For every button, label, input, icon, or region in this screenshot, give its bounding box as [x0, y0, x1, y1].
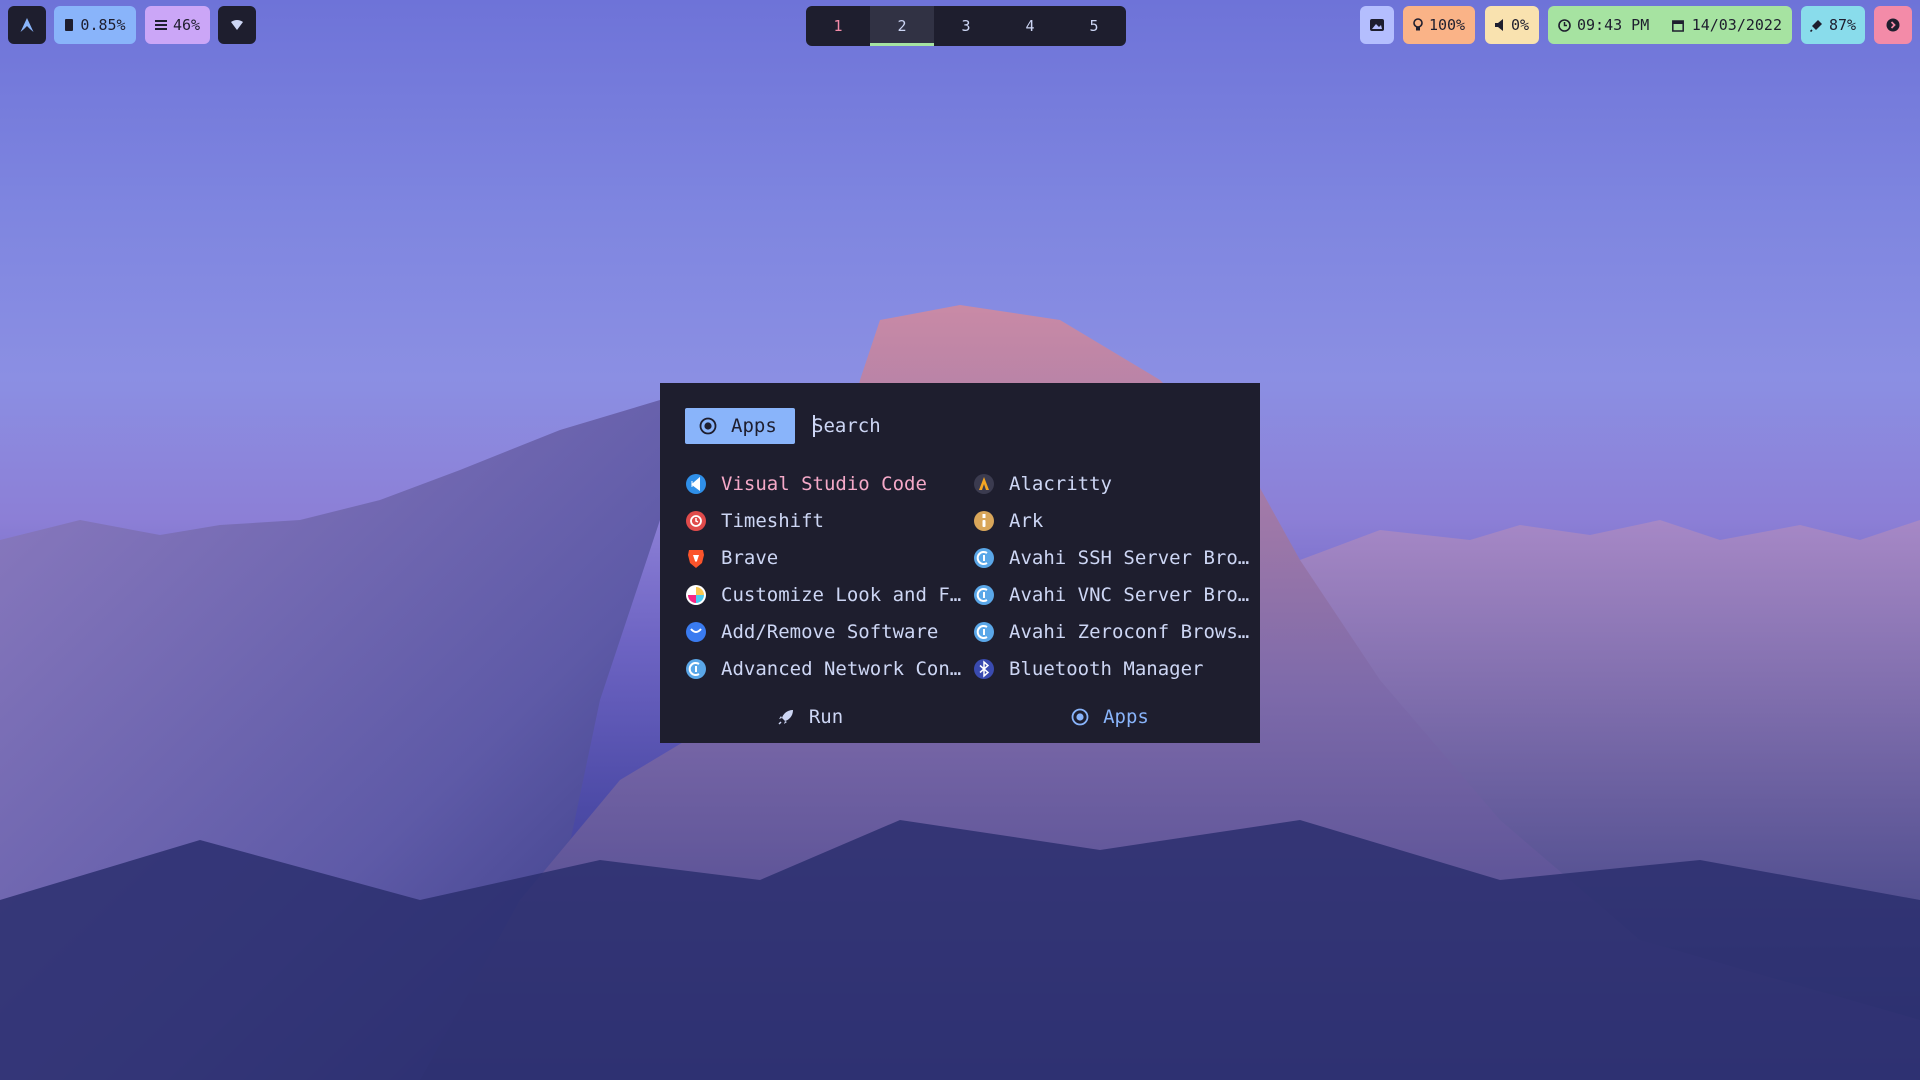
- clock-widget[interactable]: 09:43 PM 14/03/2022: [1548, 6, 1792, 44]
- workspace-2-button[interactable]: 2: [870, 6, 934, 46]
- cpu-usage-widget[interactable]: 0.85%: [54, 6, 136, 44]
- vscode-icon: [686, 473, 706, 494]
- workspace-4-button[interactable]: 4: [998, 6, 1062, 46]
- workspace-5-button[interactable]: 5: [1062, 6, 1126, 46]
- app-item-avahi-vnc-server-browser[interactable]: Avahi VNC Server Bro…: [973, 576, 1251, 613]
- app-launcher: Apps Visual Studio Code Timeshift Brave …: [660, 383, 1260, 743]
- app-item-label: Avahi SSH Server Bro…: [1009, 546, 1250, 569]
- launcher-logo-button[interactable]: [8, 6, 46, 44]
- battery-widget[interactable]: 87%: [1801, 6, 1865, 44]
- rocket-icon: [778, 710, 793, 725]
- app-item-bluetooth-manager[interactable]: Bluetooth Manager: [973, 650, 1251, 687]
- app-item-avahi-ssh-server-browser[interactable]: Avahi SSH Server Bro…: [973, 539, 1251, 576]
- customize-icon: [686, 584, 706, 605]
- cpu-usage-value: 0.85%: [80, 16, 126, 34]
- apps-icon: [1071, 708, 1089, 726]
- app-item-brave[interactable]: Brave: [685, 539, 963, 576]
- image-icon: [1370, 19, 1384, 31]
- app-item-label: Avahi VNC Server Bro…: [1009, 583, 1250, 606]
- mode-run-button[interactable]: Run: [660, 691, 960, 743]
- text-cursor: [813, 415, 815, 437]
- clock-icon: [1558, 18, 1571, 32]
- speaker-icon: [1494, 19, 1503, 31]
- date-value: 14/03/2022: [1691, 16, 1782, 34]
- network-widget[interactable]: [218, 6, 256, 44]
- mode-apps-button[interactable]: Apps: [960, 691, 1260, 743]
- mode-badge: Apps: [685, 408, 795, 444]
- arrow-right-circle-icon: [1886, 18, 1900, 32]
- brave-icon: [688, 549, 704, 568]
- app-item-label: Ark: [1009, 509, 1044, 532]
- app-item-label: Visual Studio Code: [721, 472, 927, 495]
- apps-icon: [699, 417, 717, 435]
- avahi-icon: [974, 584, 994, 605]
- mode-badge-label: Apps: [731, 415, 777, 437]
- arch-logo-icon: [20, 18, 34, 32]
- workspace-3-button[interactable]: 3: [934, 6, 998, 46]
- calendar-icon: [1671, 19, 1684, 32]
- app-item-customize-look-and-feel[interactable]: Customize Look and F…: [685, 576, 963, 613]
- time-group: 09:43 PM: [1558, 16, 1649, 34]
- app-item-label: Timeshift: [721, 509, 824, 532]
- app-item-label: Alacritty: [1009, 472, 1112, 495]
- app-item-avahi-zeroconf-browser[interactable]: Avahi Zeroconf Brows…: [973, 613, 1251, 650]
- app-item-visual-studio-code[interactable]: Visual Studio Code: [685, 465, 963, 502]
- app-item-ark[interactable]: Ark: [973, 502, 1251, 539]
- time-value: 09:43 PM: [1577, 16, 1650, 34]
- memory-usage-value: 46%: [172, 16, 201, 34]
- timeshift-icon: [686, 510, 706, 531]
- brightness-value: 100%: [1428, 16, 1466, 34]
- wifi-icon: [231, 20, 243, 30]
- power-menu-button[interactable]: [1874, 6, 1912, 44]
- bluetooth-icon: [974, 658, 994, 679]
- mode-run-label: Run: [808, 706, 844, 728]
- app-item-label: Advanced Network Con…: [721, 657, 962, 680]
- app-item-advanced-network-configuration[interactable]: Advanced Network Con…: [685, 650, 963, 687]
- app-item-label: Brave: [721, 546, 779, 569]
- software-icon: [686, 621, 706, 642]
- app-item-alacritty[interactable]: Alacritty: [973, 465, 1251, 502]
- avahi-icon: [974, 621, 994, 642]
- date-group: 14/03/2022: [1671, 16, 1782, 34]
- alacritty-icon: [974, 473, 994, 494]
- app-item-label: Customize Look and F…: [721, 583, 962, 606]
- app-item-add-remove-software[interactable]: Add/Remove Software: [685, 613, 963, 650]
- volume-widget[interactable]: 0%: [1485, 6, 1539, 44]
- app-item-label: Bluetooth Manager: [1009, 657, 1204, 680]
- charging-plug-icon: [1809, 19, 1822, 32]
- network-icon: [686, 658, 706, 679]
- workspace-1-button[interactable]: 1: [806, 6, 870, 46]
- ark-icon: [974, 510, 994, 531]
- memory-icon: [154, 20, 167, 30]
- avahi-icon: [974, 547, 994, 568]
- memory-usage-widget[interactable]: 46%: [145, 6, 210, 44]
- app-item-timeshift[interactable]: Timeshift: [685, 502, 963, 539]
- battery-value: 87%: [1828, 16, 1857, 34]
- volume-value: 0%: [1510, 16, 1530, 34]
- workspace-switcher: 1 2 3 4 5: [806, 6, 1126, 46]
- cpu-icon: [65, 19, 74, 31]
- app-item-label: Add/Remove Software: [721, 620, 939, 643]
- lightbulb-icon: [1413, 18, 1423, 31]
- mode-apps-label: Apps: [1103, 706, 1149, 728]
- app-item-label: Avahi Zeroconf Brows…: [1009, 620, 1250, 643]
- brightness-widget[interactable]: 100%: [1403, 6, 1475, 44]
- screenshot-button[interactable]: [1360, 6, 1394, 44]
- mode-switcher: Run Apps: [660, 691, 1260, 743]
- search-input[interactable]: [812, 409, 1232, 443]
